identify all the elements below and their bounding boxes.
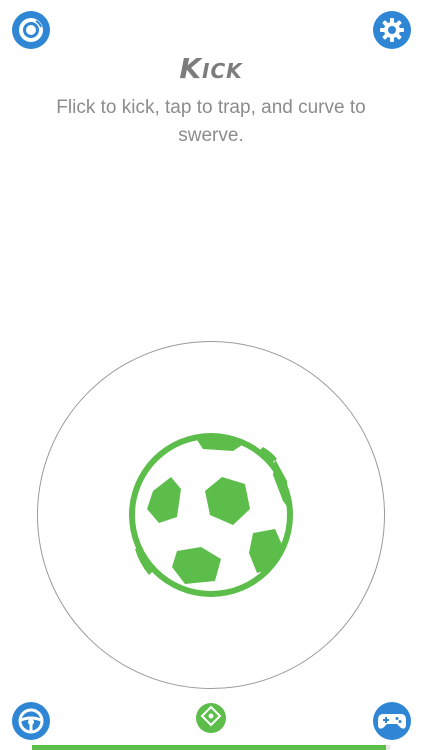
gear-icon xyxy=(378,16,406,44)
settings-button[interactable] xyxy=(373,11,411,49)
robot-connection-button[interactable] xyxy=(12,11,50,49)
robot-signal-icon xyxy=(16,15,46,45)
progress-bar-fill xyxy=(32,745,387,750)
soccer-ball-icon[interactable] xyxy=(125,429,297,601)
gamepad-icon xyxy=(377,709,407,733)
direction-pad-icon xyxy=(200,705,222,731)
steering-wheel-icon xyxy=(17,707,45,735)
direction-pad-button[interactable] xyxy=(196,703,226,733)
page-title: Kick xyxy=(179,52,243,85)
progress-bar xyxy=(32,745,390,750)
instructions-text: Flick to kick, tap to trap, and curve to… xyxy=(56,97,366,146)
gamepad-button[interactable] xyxy=(373,702,411,740)
drive-mode-button[interactable] xyxy=(12,702,50,740)
